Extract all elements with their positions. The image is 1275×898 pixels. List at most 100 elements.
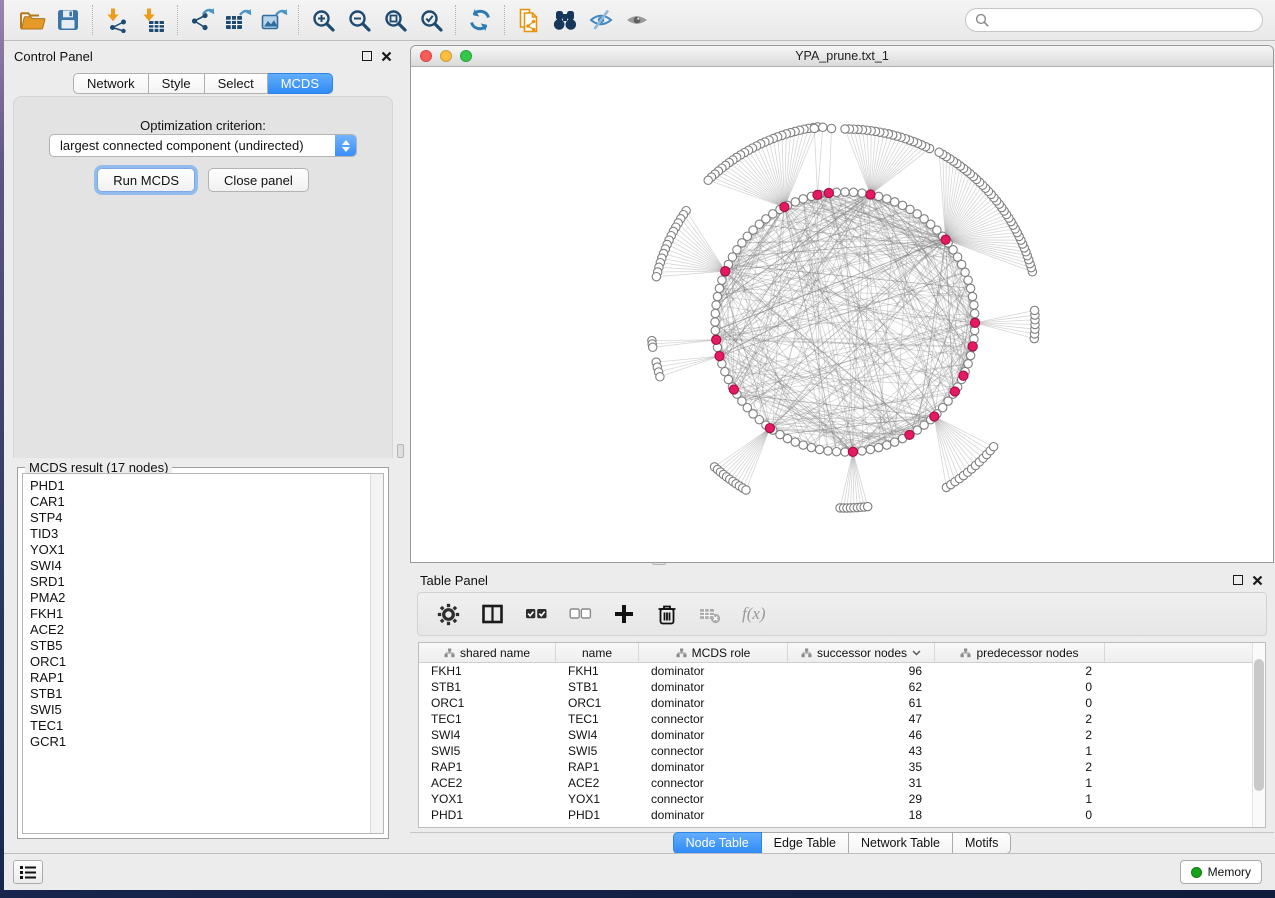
add-column-icon[interactable] xyxy=(613,603,635,625)
show-hidden-eye-icon[interactable] xyxy=(619,2,655,38)
function-builder-icon[interactable]: f(x) xyxy=(742,604,766,624)
delete-column-icon[interactable] xyxy=(656,603,678,626)
mcds-result-item[interactable]: PHD1 xyxy=(30,478,383,494)
status-bar: Memory xyxy=(4,853,1275,890)
network-file-icon[interactable] xyxy=(511,2,547,38)
table-tab-node-table[interactable]: Node Table xyxy=(673,832,762,854)
close-panel-icon[interactable] xyxy=(381,51,392,62)
column-header-MCDS-role[interactable]: MCDS role xyxy=(639,643,788,662)
table-tab-edge-table[interactable]: Edge Table xyxy=(762,832,849,854)
float-panel-icon[interactable] xyxy=(1233,575,1243,585)
cell-MCDS-role: dominator xyxy=(639,759,788,775)
open-file-icon[interactable] xyxy=(14,2,50,38)
memory-button[interactable]: Memory xyxy=(1180,860,1262,884)
table-tab-motifs[interactable]: Motifs xyxy=(953,832,1011,854)
table-panel: Table Panel f(x) shared namenameMCDS rol… xyxy=(410,566,1274,853)
export-table-icon[interactable] xyxy=(220,2,256,38)
table-row[interactable]: STB1STB1dominator620 xyxy=(419,679,1265,695)
scrollbar-thumb[interactable] xyxy=(1254,659,1264,791)
minimize-window-icon[interactable] xyxy=(440,50,452,62)
tab-mcds[interactable]: MCDS xyxy=(268,73,333,94)
vertical-splitter-grip[interactable] xyxy=(397,444,404,458)
mcds-result-item[interactable]: STB1 xyxy=(30,686,383,702)
cell-name: FKH1 xyxy=(556,663,639,679)
export-image-icon[interactable] xyxy=(256,2,292,38)
column-header-successor-nodes[interactable]: successor nodes xyxy=(788,643,935,662)
criterion-select[interactable]: largest connected component (undirected) xyxy=(49,134,357,157)
table-row[interactable]: TEC1TEC1connector472 xyxy=(419,711,1265,727)
hide-selected-eye-slash-icon[interactable] xyxy=(583,2,619,38)
table-row[interactable]: ORC1ORC1dominator610 xyxy=(419,695,1265,711)
column-header-name[interactable]: name xyxy=(556,643,639,662)
cell-predecessor-nodes: 0 xyxy=(935,679,1105,695)
tab-style[interactable]: Style xyxy=(149,73,205,94)
table-toolbar: f(x) xyxy=(417,592,1267,636)
mcds-result-item[interactable]: RAP1 xyxy=(30,670,383,686)
mcds-result-item[interactable]: FKH1 xyxy=(30,606,383,622)
run-mcds-button[interactable]: Run MCDS xyxy=(97,168,195,192)
show-tasks-button[interactable] xyxy=(13,860,43,884)
mcds-result-item[interactable]: ORC1 xyxy=(30,654,383,670)
mcds-result-item[interactable]: ACE2 xyxy=(30,622,383,638)
zoom-out-icon[interactable] xyxy=(341,2,377,38)
table-scrollbar[interactable] xyxy=(1252,643,1265,827)
search-input[interactable] xyxy=(995,13,1253,27)
close-panel-button[interactable]: Close panel xyxy=(208,168,309,192)
mcds-result-item[interactable]: CAR1 xyxy=(30,494,383,510)
float-panel-icon[interactable] xyxy=(362,51,372,61)
tab-select[interactable]: Select xyxy=(205,73,268,94)
mcds-result-list[interactable]: PHD1CAR1STP4TID3YOX1SWI4SRD1PMA2FKH1ACE2… xyxy=(22,473,384,834)
mcds-result-item[interactable]: SWI4 xyxy=(30,558,383,574)
table-row[interactable]: SWI4SWI4dominator462 xyxy=(419,727,1265,743)
table-row[interactable]: SWI5SWI5connector431 xyxy=(419,743,1265,759)
maximize-window-icon[interactable] xyxy=(460,50,472,62)
table-row[interactable]: FKH1FKH1dominator962 xyxy=(419,663,1265,679)
column-header-predecessor-nodes[interactable]: predecessor nodes xyxy=(935,643,1105,662)
mcds-tab-content: Optimization criterion: largest connecte… xyxy=(13,96,393,458)
delete-table-icon[interactable] xyxy=(699,604,721,625)
memory-status-icon xyxy=(1191,867,1202,878)
table-row[interactable]: RAP1RAP1dominator352 xyxy=(419,759,1265,775)
zoom-in-icon[interactable] xyxy=(305,2,341,38)
mcds-result-item[interactable]: PMA2 xyxy=(30,590,383,606)
chevron-down-icon[interactable] xyxy=(912,650,921,656)
unselect-all-columns-icon[interactable] xyxy=(569,603,592,625)
select-all-columns-icon[interactable] xyxy=(525,603,548,625)
network-window-titlebar[interactable]: YPA_prune.txt_1 xyxy=(411,46,1273,67)
close-panel-icon[interactable] xyxy=(1252,575,1263,586)
zoom-selected-icon[interactable] xyxy=(413,2,449,38)
import-table-icon[interactable] xyxy=(135,2,171,38)
mcds-result-item[interactable]: STB5 xyxy=(30,638,383,654)
find-binoculars-icon[interactable] xyxy=(547,2,583,38)
zoom-fit-icon[interactable] xyxy=(377,2,413,38)
save-session-icon[interactable] xyxy=(50,2,86,38)
mcds-result-item[interactable]: SWI5 xyxy=(30,702,383,718)
mcds-result-item[interactable]: GCR1 xyxy=(30,734,383,750)
tab-network[interactable]: Network xyxy=(73,73,149,94)
table-tab-network-table[interactable]: Network Table xyxy=(849,832,953,854)
table-row[interactable]: PHD1PHD1dominator180 xyxy=(419,807,1265,823)
show-column-panel-icon[interactable] xyxy=(481,603,504,625)
cell-MCDS-role: connector xyxy=(639,791,788,807)
mcds-result-item[interactable]: STP4 xyxy=(30,510,383,526)
mcds-result-item[interactable]: SRD1 xyxy=(30,574,383,590)
mcds-result-item[interactable]: TID3 xyxy=(30,526,383,542)
import-network-icon[interactable] xyxy=(99,2,135,38)
table-row[interactable]: YOX1YOX1connector291 xyxy=(419,791,1265,807)
column-header-shared-name[interactable]: shared name xyxy=(419,643,556,662)
mcds-list-scrollbar[interactable] xyxy=(370,474,383,833)
mcds-result-item[interactable]: YOX1 xyxy=(30,542,383,558)
export-network-icon[interactable] xyxy=(184,2,220,38)
network-search-box[interactable] xyxy=(965,8,1263,32)
network-graph[interactable] xyxy=(411,67,1273,562)
cell-shared-name: STB1 xyxy=(419,679,556,695)
table-options-gear-icon[interactable] xyxy=(437,603,460,626)
cell-predecessor-nodes: 2 xyxy=(935,711,1105,727)
table-row[interactable]: ACE2ACE2connector311 xyxy=(419,775,1265,791)
close-window-icon[interactable] xyxy=(420,50,432,62)
cell-shared-name: FKH1 xyxy=(419,663,556,679)
apply-layout-icon[interactable] xyxy=(462,2,498,38)
cell-name: TEC1 xyxy=(556,711,639,727)
network-window-title: YPA_prune.txt_1 xyxy=(795,49,889,63)
mcds-result-item[interactable]: TEC1 xyxy=(30,718,383,734)
